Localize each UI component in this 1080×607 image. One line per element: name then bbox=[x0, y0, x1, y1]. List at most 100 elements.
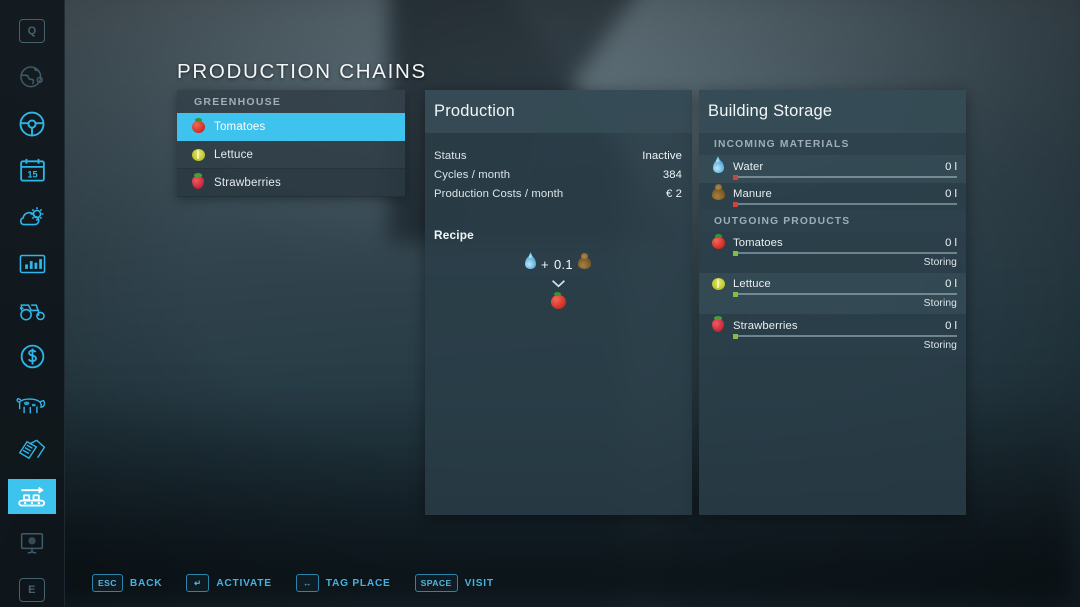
chevron-down-icon bbox=[551, 277, 566, 290]
fill-indicator bbox=[733, 201, 738, 207]
presentation-icon bbox=[18, 530, 46, 556]
list-item-lettuce[interactable]: Lettuce bbox=[177, 141, 405, 169]
storage-item-status: Storing bbox=[923, 298, 957, 309]
sidebar-item-calendar[interactable]: 15 bbox=[8, 154, 56, 189]
sidebar-item-weather[interactable] bbox=[8, 200, 56, 235]
storage-item-label: Manure bbox=[733, 188, 772, 200]
storage-row-manure[interactable]: Manure 0 l bbox=[699, 183, 966, 210]
fill-indicator bbox=[733, 333, 738, 339]
key-q-icon: Q bbox=[19, 19, 45, 44]
stat-value: € 2 bbox=[665, 187, 682, 200]
sidebar-item-map-overview[interactable] bbox=[8, 61, 56, 96]
section-header-outgoing: OUTGOING PRODUCTS bbox=[699, 210, 966, 232]
storage-item-status: Storing bbox=[923, 257, 957, 268]
storage-item-amount: 0 l bbox=[945, 160, 957, 173]
key-arrows-icon: ↔ bbox=[295, 574, 319, 592]
water-icon bbox=[708, 160, 728, 173]
stat-value: Inactive bbox=[642, 149, 682, 162]
calendar-15-icon: 15 bbox=[18, 156, 47, 185]
fill-bar bbox=[733, 333, 957, 339]
sidebar-item-statistics[interactable] bbox=[8, 247, 56, 282]
manure-icon bbox=[708, 184, 728, 200]
sidebar-item-animals[interactable] bbox=[8, 386, 56, 421]
svg-text:15: 15 bbox=[27, 170, 37, 180]
list-item-tomatoes[interactable]: Tomatoes bbox=[177, 113, 405, 141]
storage-item-amount: 0 l bbox=[945, 237, 957, 249]
strawberry-icon bbox=[708, 316, 728, 332]
stat-value: 384 bbox=[662, 168, 682, 181]
stat-row-status: Status Inactive bbox=[434, 146, 682, 165]
conveyor-belt-icon bbox=[16, 483, 48, 511]
key-e-icon: E bbox=[19, 577, 45, 602]
sidebar-item-vehicle-list[interactable] bbox=[8, 293, 56, 328]
stat-row-cycles: Cycles / month 384 bbox=[434, 165, 682, 184]
storage-item-label: Strawberries bbox=[733, 319, 798, 332]
stat-label: Cycles / month bbox=[434, 168, 511, 181]
key-enter-icon: ↵ bbox=[186, 574, 210, 592]
weather-sun-cloud-icon bbox=[17, 202, 47, 232]
page-title: PRODUCTION CHAINS bbox=[177, 60, 427, 83]
sidebar-item-vehicles[interactable] bbox=[8, 107, 56, 142]
fill-indicator bbox=[733, 250, 738, 256]
sidebar-item-help-key[interactable]: Q bbox=[8, 14, 56, 49]
list-item-label: Strawberries bbox=[214, 176, 281, 189]
footer-hint-bar: ESC BACK ↵ ACTIVATE ↔ TAG PLACE SPACE VI… bbox=[92, 574, 494, 592]
sidebar-item-finances[interactable] bbox=[8, 340, 56, 375]
lettuce-icon bbox=[708, 278, 728, 290]
storage-panel-title: Building Storage bbox=[699, 90, 966, 133]
fill-bar bbox=[733, 174, 957, 180]
globe-icon bbox=[18, 64, 46, 92]
production-chain-list: GREENHOUSE Tomatoes Lettuce Strawberries bbox=[177, 90, 405, 197]
documents-icon bbox=[17, 437, 47, 463]
sidebar-item-contracts[interactable] bbox=[8, 433, 56, 468]
strawberry-icon bbox=[188, 173, 208, 189]
list-item-label: Lettuce bbox=[214, 148, 254, 161]
hint-tag-place[interactable]: ↔ TAG PLACE bbox=[295, 574, 391, 592]
storage-item-amount: 0 l bbox=[945, 188, 957, 200]
storage-row-lettuce[interactable]: Lettuce 0 l Storing bbox=[699, 273, 966, 314]
hint-back[interactable]: ESC BACK bbox=[92, 574, 162, 592]
storage-item-label: Water bbox=[733, 160, 764, 173]
fill-indicator bbox=[733, 291, 738, 297]
recipe-inputs: + 0.1 bbox=[525, 252, 591, 272]
list-item-label: Tomatoes bbox=[214, 120, 266, 133]
sidebar-item-presentation[interactable] bbox=[8, 526, 56, 561]
storage-item-status: Storing bbox=[923, 340, 957, 351]
cow-icon bbox=[16, 391, 48, 417]
hint-label: ACTIVATE bbox=[216, 577, 272, 589]
tomato-icon bbox=[550, 292, 566, 313]
recipe-manure-amount: 0.1 bbox=[553, 256, 573, 272]
storage-row-tomatoes[interactable]: Tomatoes 0 l Storing bbox=[699, 232, 966, 273]
storage-item-label: Lettuce bbox=[733, 278, 771, 290]
section-header-incoming: INCOMING MATERIALS bbox=[699, 133, 966, 155]
stat-row-costs: Production Costs / month € 2 bbox=[434, 184, 682, 203]
sidebar-item-exit-key[interactable]: E bbox=[8, 572, 56, 607]
lettuce-icon bbox=[188, 148, 208, 161]
production-panel: Production Status Inactive Cycles / mont… bbox=[425, 90, 692, 515]
key-space-icon: SPACE bbox=[414, 574, 458, 592]
sidebar-item-production-chains[interactable] bbox=[8, 479, 56, 514]
stat-label: Production Costs / month bbox=[434, 187, 564, 200]
fill-bar bbox=[733, 201, 957, 207]
fill-bar bbox=[733, 250, 957, 256]
bar-chart-icon bbox=[18, 251, 47, 277]
steering-wheel-icon bbox=[17, 109, 47, 139]
storage-row-water[interactable]: Water 0 l bbox=[699, 155, 966, 183]
storage-item-amount: 0 l bbox=[945, 278, 957, 290]
fill-bar bbox=[733, 291, 957, 297]
left-sidebar: Q 15 E bbox=[0, 0, 65, 607]
tomato-icon bbox=[188, 117, 208, 133]
hint-activate[interactable]: ↵ ACTIVATE bbox=[186, 574, 271, 592]
storage-item-label: Tomatoes bbox=[733, 237, 783, 249]
hint-visit[interactable]: SPACE VISIT bbox=[414, 574, 494, 592]
production-panel-title: Production bbox=[425, 90, 692, 133]
recipe-plus: + bbox=[541, 256, 549, 272]
list-item-strawberries[interactable]: Strawberries bbox=[177, 169, 405, 197]
recipe-output bbox=[550, 292, 566, 314]
hint-label: BACK bbox=[129, 577, 163, 589]
list-group-header: GREENHOUSE bbox=[177, 90, 405, 113]
storage-item-amount: 0 l bbox=[945, 319, 957, 332]
storage-row-strawberries[interactable]: Strawberries 0 l Storing bbox=[699, 314, 966, 356]
tomato-icon bbox=[708, 234, 728, 249]
hint-label: TAG PLACE bbox=[325, 577, 391, 589]
